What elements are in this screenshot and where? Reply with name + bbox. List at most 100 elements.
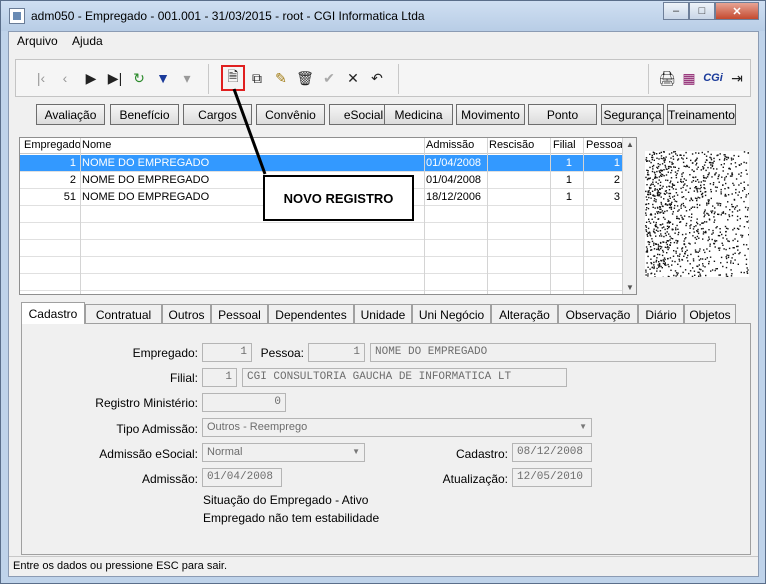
tab-observacao[interactable]: Observação (558, 304, 638, 324)
pessoa-field[interactable]: 1 (308, 343, 365, 362)
empty-row (20, 274, 624, 291)
table-row[interactable]: 1 NOME DO EMPREGADO 01/04/2008 1 1 (20, 155, 624, 172)
cgi-logo[interactable]: CGi (703, 69, 723, 87)
filial-field[interactable]: 1 (202, 368, 237, 387)
exit-icon[interactable]: ⇥ (728, 69, 746, 87)
tipo-admissao-select[interactable]: Outros - Reemprego ▼ (202, 418, 592, 437)
treinamento-button[interactable]: Treinamento (667, 104, 736, 125)
toolbar-separator (398, 64, 399, 94)
admissao-esocial-label: Admissão eSocial: (99, 447, 198, 461)
convenio-button[interactable]: Convênio (256, 104, 325, 125)
undo-icon[interactable]: ↶ (368, 69, 386, 87)
admissao-esocial-value: Normal (207, 446, 243, 458)
window-title: adm050 - Empregado - 001.001 - 31/03/201… (31, 9, 425, 23)
movimento-button[interactable]: Movimento (456, 104, 525, 125)
refresh-icon[interactable]: ↻ (130, 69, 148, 87)
admissao-esocial-select[interactable]: Normal ▼ (202, 443, 365, 462)
close-button[interactable]: ✕ (715, 2, 759, 20)
column-divider (80, 138, 81, 294)
print-icon[interactable]: 🖨 (658, 69, 676, 87)
pessoa-nome-field[interactable]: NOME DO EMPREGADO (370, 343, 716, 362)
tab-cadastro[interactable]: Cadastro (21, 302, 85, 324)
menu-arquivo[interactable]: Arquivo (17, 34, 58, 48)
next-icon[interactable]: ▶ (82, 69, 100, 87)
cell-empregado: 2 (69, 174, 76, 186)
cargos-button[interactable]: Cargos (183, 104, 252, 125)
book-icon[interactable]: ▦ (680, 69, 698, 87)
detail-tabs: Cadastro Contratual Outros Pessoal Depen… (21, 302, 751, 324)
cell-pessoa: 3 (613, 191, 620, 203)
column-admissao[interactable]: Admissão (426, 139, 474, 151)
tab-pessoal[interactable]: Pessoal (211, 304, 268, 324)
window-controls: – □ ✕ (663, 2, 759, 20)
cell-filial: 1 (565, 174, 572, 186)
ponto-button[interactable]: Ponto (528, 104, 597, 125)
column-empregado[interactable]: Empregado (24, 139, 81, 151)
column-divider (487, 138, 488, 294)
atualizacao-field[interactable]: 12/05/2010 (512, 468, 592, 487)
column-divider (550, 138, 551, 294)
column-divider (583, 138, 584, 294)
tab-diario[interactable]: Diário (638, 304, 684, 324)
column-divider (424, 138, 425, 294)
tab-alteracao[interactable]: Alteração (491, 304, 558, 324)
delete-icon[interactable]: 🗑 (296, 69, 314, 87)
chevron-down-icon: ▼ (579, 422, 587, 431)
clear-filter-icon[interactable]: ▾ (178, 69, 196, 87)
registro-field[interactable]: 0 (202, 393, 286, 412)
cell-nome: NOME DO EMPREGADO (82, 174, 210, 186)
column-nome[interactable]: Nome (82, 139, 111, 151)
app-icon (9, 8, 25, 24)
column-pessoa[interactable]: Pessoa (586, 139, 623, 151)
admissao-field[interactable]: 01/04/2008 (202, 468, 282, 487)
scroll-down-icon[interactable]: ▼ (626, 283, 634, 292)
first-icon[interactable]: |‹ (32, 69, 50, 87)
cell-admissao: 01/04/2008 (426, 174, 482, 186)
grid-scrollbar[interactable]: ▲ ▼ (622, 138, 636, 294)
tipo-admissao-label: Tipo Admissão: (116, 422, 198, 436)
maximize-button[interactable]: □ (689, 2, 715, 20)
avaliacao-button[interactable]: Avaliação (36, 104, 105, 125)
last-icon[interactable]: ▶| (106, 69, 124, 87)
filter-icon[interactable]: ▼ (154, 69, 172, 87)
cell-nome: NOME DO EMPREGADO (82, 157, 210, 169)
cell-admissao: 18/12/2006 (426, 191, 482, 203)
cancel-icon[interactable]: ✕ (344, 69, 362, 87)
copy-icon[interactable]: ⧉ (248, 69, 266, 87)
cell-filial: 1 (565, 157, 572, 169)
tab-unidade[interactable]: Unidade (354, 304, 412, 324)
scroll-up-icon[interactable]: ▲ (626, 140, 634, 149)
filial-nome-field[interactable]: CGI CONSULTORIA GAUCHA DE INFORMATICA LT (242, 368, 567, 387)
tab-outros[interactable]: Outros (162, 304, 211, 324)
registro-label: Registro Ministério: (95, 396, 198, 410)
menu-ajuda[interactable]: Ajuda (72, 34, 103, 48)
tab-objetos[interactable]: Objetos (684, 304, 736, 324)
confirm-icon[interactable]: ✔ (320, 69, 338, 87)
atualizacao-label: Atualização: (442, 472, 508, 486)
cell-empregado: 1 (69, 157, 76, 169)
toolbar-separator (208, 64, 209, 94)
tab-dependentes[interactable]: Dependentes (268, 304, 354, 324)
edit-icon[interactable]: ✎ (272, 69, 290, 87)
toolbar-separator (648, 64, 649, 94)
cadastro-field[interactable]: 08/12/2008 (512, 443, 592, 462)
application-window: adm050 - Empregado - 001.001 - 31/03/201… (0, 0, 766, 584)
tab-uni-negocio[interactable]: Uni Negócio (412, 304, 491, 324)
previous-icon[interactable]: ‹ (56, 69, 74, 87)
tab-contratual[interactable]: Contratual (85, 304, 162, 324)
chevron-down-icon: ▼ (352, 447, 360, 456)
cell-pessoa: 2 (613, 174, 620, 186)
empregado-label: Empregado: (132, 346, 198, 360)
situacao-text: Situação do Empregado - Ativo (203, 493, 369, 507)
grid-header: Empregado Nome Admissão Rescisão Filial … (20, 138, 624, 154)
column-rescisao[interactable]: Rescisão (489, 139, 534, 151)
seguranca-button[interactable]: Segurança (601, 104, 664, 125)
column-filial[interactable]: Filial (553, 139, 576, 151)
employee-photo (645, 151, 749, 277)
minimize-button[interactable]: – (663, 2, 689, 20)
menu-bar: Arquivo Ajuda (9, 32, 758, 52)
beneficio-button[interactable]: Benefício (110, 104, 179, 125)
tipo-admissao-value: Outros - Reemprego (207, 421, 308, 433)
medicina-button[interactable]: Medicina (384, 104, 453, 125)
filial-label: Filial: (169, 371, 198, 385)
